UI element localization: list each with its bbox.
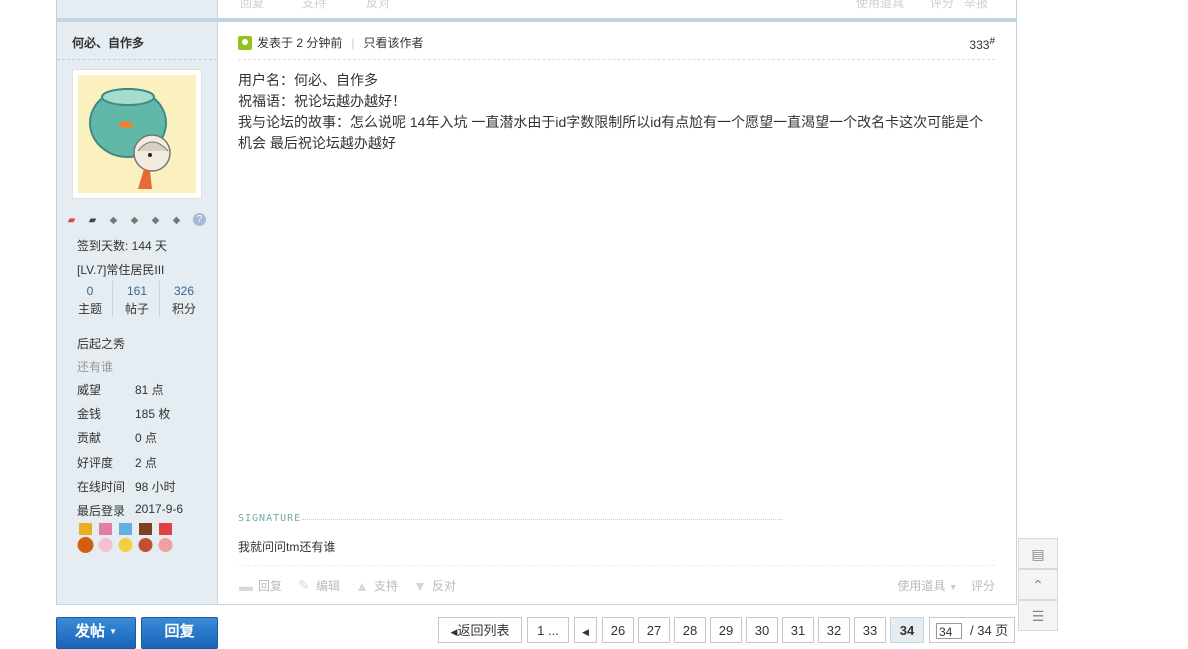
page-jump-input[interactable]: 34: [936, 623, 962, 639]
post-content: 用户名：何必、自作多 祝福语：祝论坛越办越好！ 我与论坛的故事：怎么说呢 14年…: [238, 70, 995, 154]
chevron-down-icon: ▼: [948, 582, 958, 592]
thumb-up-icon: ▲: [355, 577, 369, 594]
page-26[interactable]: 26: [602, 617, 634, 643]
reply-icon: ▬: [239, 577, 253, 594]
page-29[interactable]: 29: [710, 617, 742, 643]
user-badges: ▰ ▰ ◆ ◆ ◆ ◆: [64, 212, 190, 226]
list-view-button[interactable]: ☰: [1018, 600, 1058, 631]
stat-points[interactable]: 326 积分: [162, 281, 206, 317]
diamond-icon: ◆: [151, 215, 160, 226]
author-sidebar: 何必、自作多 ▰ ▰ ◆ ◆ ◆ ◆ ? 签到天数: 144 天 [LV.7]常住居民II…: [57, 22, 218, 605]
caret-left-icon: ◀: [582, 627, 589, 637]
only-author-link[interactable]: 只看该作者: [363, 34, 423, 51]
reply-action[interactable]: ▬ 回复: [238, 577, 282, 594]
arrow-up-icon: ⌃: [1032, 577, 1044, 593]
user-stats: 0 主题 161 帖子 326 积分: [68, 281, 208, 321]
post-line-username: 用户名：何必、自作多: [238, 72, 378, 88]
edit-action[interactable]: ✎ 编辑: [296, 577, 340, 594]
page-first[interactable]: 1 ...: [527, 617, 569, 643]
pagination: ◀返回列表 1 ... ◀ 26 27 28 29 30 31 32 33 34…: [0, 617, 1188, 643]
stat-threads[interactable]: 0 主题: [68, 281, 113, 317]
back-to-top-button[interactable]: ⌃: [1018, 569, 1058, 600]
rate-link[interactable]: 评分: [971, 579, 995, 593]
page-31[interactable]: 31: [782, 617, 814, 643]
stat-posts[interactable]: 161 帖子: [115, 281, 160, 317]
page-32[interactable]: 32: [818, 617, 850, 643]
page-28[interactable]: 28: [674, 617, 706, 643]
prev-page-button[interactable]: ◀: [574, 617, 597, 643]
custom-title: 还有谁: [77, 360, 114, 374]
list-icon: ☰: [1031, 608, 1045, 624]
diamond-icon: ◆: [172, 215, 181, 226]
pencil-icon: ✎: [298, 577, 310, 593]
total-pages: / 34 页: [970, 623, 1009, 638]
checkin-days: 签到天数: 144 天: [77, 239, 168, 253]
medal-icon[interactable]: [77, 523, 94, 555]
page-jump: 34 / 34 页: [929, 617, 1015, 643]
author-name[interactable]: 何必、自作多: [72, 34, 144, 51]
page-30[interactable]: 30: [746, 617, 778, 643]
signature-label: SIGNATURE: [238, 513, 302, 524]
page-27[interactable]: 27: [638, 617, 670, 643]
medal-icon[interactable]: [157, 523, 174, 555]
post-line-story: 我与论坛的故事：怎么说呢 14年入坑 一直潜水由于id字数限制所以id有点尬有一…: [238, 114, 984, 151]
diamond-icon: ◆: [109, 215, 118, 226]
back-to-list-button[interactable]: ◀返回列表: [438, 617, 522, 643]
avatar[interactable]: [72, 69, 202, 199]
medal-icon[interactable]: [117, 523, 134, 555]
use-tool-link[interactable]: 使用道具: [897, 579, 945, 593]
user-level[interactable]: [LV.7]常住居民III: [77, 261, 164, 278]
post-actions: ▬ 回复 ✎ 编辑 ▲ 支持 ▼ 反对: [238, 577, 470, 594]
avatar-illustration: [89, 88, 171, 189]
badge-icon: ▰: [67, 215, 76, 226]
diamond-icon: ◆: [130, 215, 139, 226]
online-status-icon: [238, 35, 252, 50]
medal-icon[interactable]: [137, 523, 154, 555]
post-actions-right: 使用道具 ▼ 评分: [897, 577, 995, 594]
help-icon[interactable]: ?: [193, 213, 206, 226]
page-33[interactable]: 33: [854, 617, 886, 643]
post-body: 发表于 2 分钟前 | 只看该作者 333# 用户名：何必、自作多 祝福语：祝论…: [218, 22, 1015, 605]
signature-text: 我就问问tm还有谁: [238, 540, 336, 554]
medal-icon[interactable]: [97, 523, 114, 555]
page-34-current: 34: [890, 617, 924, 643]
post-time: 发表于 2 分钟前: [257, 36, 343, 50]
floor-number[interactable]: 333#: [969, 36, 995, 52]
support-action[interactable]: ▲ 支持: [354, 577, 398, 594]
thumb-down-icon: ▼: [413, 577, 427, 594]
quick-reply-button[interactable]: ▤: [1018, 538, 1058, 569]
post-meta: 发表于 2 分钟前 | 只看该作者: [238, 34, 423, 51]
post-line-wish: 祝福语：祝论坛越办越好！: [238, 93, 406, 109]
badge-icon: ▰: [88, 215, 97, 226]
comment-icon: ▤: [1031, 546, 1045, 562]
rank-title: 后起之秀: [77, 337, 126, 351]
oppose-action[interactable]: ▼ 反对: [412, 577, 456, 594]
